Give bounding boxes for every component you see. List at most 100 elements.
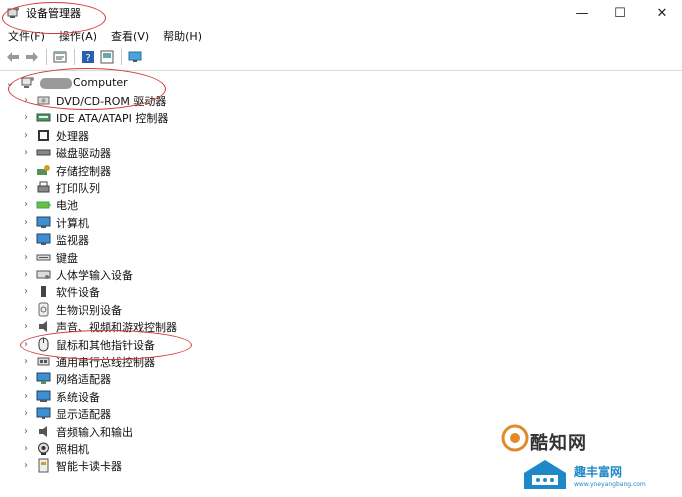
tree-root-label: Computer [73, 76, 128, 89]
tree-item[interactable]: › 磁盘驱动器 [0, 144, 660, 161]
tree-item-label: 音频输入和输出 [56, 425, 133, 439]
menu-file[interactable]: 文件(F) [0, 28, 51, 44]
tree-item[interactable]: › 通用串行总线控制器 [0, 353, 660, 370]
chevron-right-icon[interactable]: › [21, 249, 31, 266]
details-button[interactable] [98, 48, 116, 66]
close-button[interactable]: ✕ [642, 0, 682, 26]
chevron-right-icon[interactable]: › [21, 196, 31, 213]
sound-icon [39, 321, 47, 333]
properties-button[interactable] [51, 48, 69, 66]
printer-icon [37, 181, 50, 193]
tree-item-label: 键盘 [56, 251, 78, 265]
display-adapter-icon [36, 407, 51, 420]
chevron-right-icon[interactable]: › [21, 127, 31, 144]
chevron-right-icon[interactable]: › [21, 370, 31, 387]
chevron-right-icon[interactable]: › [21, 109, 31, 126]
watermark-url: www.yneyangbang.com [574, 481, 646, 488]
tree-item-label: 计算机 [56, 216, 89, 230]
tree-item[interactable]: › 软件设备 [0, 283, 660, 300]
maximize-button[interactable]: ☐ [600, 0, 640, 26]
menu-help[interactable]: 帮助(H) [155, 28, 208, 44]
audio-io-icon [39, 425, 47, 437]
tree-root[interactable]: ⌄ Computer [0, 75, 660, 92]
tree-item[interactable]: › 生物识别设备 [0, 301, 660, 318]
tree-item[interactable]: › 键盘 [0, 249, 660, 266]
chevron-right-icon[interactable]: › [21, 283, 31, 300]
help-icon: ? [82, 51, 94, 64]
tree-item[interactable]: › IDE ATA/ATAPI 控制器 [0, 109, 660, 126]
system-device-icon [36, 390, 51, 402]
watermark-house-icon [524, 460, 566, 489]
mouse-icon [38, 337, 49, 352]
chevron-right-icon[interactable]: › [21, 318, 31, 335]
tree-item-label: 生物识别设备 [56, 303, 122, 317]
watermark-text-site: 趣丰富网 [574, 465, 623, 479]
chevron-right-icon[interactable]: › [21, 266, 31, 283]
tree-item[interactable]: › 电池 [0, 196, 660, 213]
chevron-right-icon[interactable]: › [21, 423, 31, 440]
battery-icon [36, 201, 51, 209]
tree-item-label: DVD/CD-ROM 驱动器 [56, 95, 167, 108]
tree-item-label: 磁盘驱动器 [56, 147, 111, 161]
computer-icon [36, 216, 51, 228]
software-device-icon [41, 286, 46, 298]
chevron-right-icon[interactable]: › [21, 301, 31, 318]
tree-item-label: 存储控制器 [56, 164, 111, 178]
tree-item-label: 声音、视频和游戏控制器 [56, 321, 177, 335]
watermark: 酷知网 趣丰富网 www.yneyangbang.com [482, 417, 682, 497]
disk-drive-icon [36, 149, 51, 156]
chevron-right-icon[interactable]: › [21, 231, 31, 248]
chevron-right-icon[interactable]: › [21, 214, 31, 231]
tree-item[interactable]: › 打印队列 [0, 179, 660, 196]
chevron-right-icon[interactable]: › [21, 457, 31, 474]
tree-item-label: 电池 [56, 199, 78, 213]
minimize-button[interactable]: — [562, 0, 602, 26]
chevron-right-icon[interactable]: › [21, 162, 31, 179]
chevron-down-icon[interactable]: ⌄ [5, 75, 15, 92]
hid-icon [36, 270, 51, 279]
tree-item-label: 显示适配器 [56, 408, 111, 422]
tree-item[interactable]: › 声音、视频和游戏控制器 [0, 318, 660, 335]
window-title: 设备管理器 [26, 7, 81, 20]
tree-item[interactable]: › 存储控制器 [0, 162, 660, 179]
tree-item-label: 照相机 [56, 443, 89, 456]
chevron-right-icon[interactable]: › [21, 336, 31, 353]
biometric-icon [38, 302, 49, 317]
ide-controller-icon [36, 113, 51, 122]
tree-item[interactable]: › DVD/CD-ROM 驱动器 [0, 92, 660, 109]
storage-controller-icon [37, 164, 50, 175]
camera-icon [38, 442, 49, 455]
toolbar-separator [46, 49, 47, 65]
tree-item-label: IDE ATA/ATAPI 控制器 [56, 112, 169, 126]
chevron-right-icon[interactable]: › [21, 405, 31, 422]
tree-item[interactable]: › 系统设备 [0, 388, 660, 405]
back-button[interactable] [4, 48, 22, 66]
chevron-right-icon[interactable]: › [21, 144, 31, 161]
tree-item-label: 监视器 [56, 234, 89, 248]
chevron-right-icon[interactable]: › [21, 388, 31, 405]
tree-item[interactable]: › 网络适配器 [0, 370, 660, 387]
disc-drive-icon [37, 96, 50, 105]
menu-view[interactable]: 查看(V) [103, 28, 155, 44]
chevron-right-icon[interactable]: › [21, 92, 31, 109]
menu-action[interactable]: 操作(A) [51, 28, 103, 44]
tree-item-label: 通用串行总线控制器 [56, 356, 155, 369]
chevron-right-icon[interactable]: › [21, 440, 31, 457]
watermark-logo-icon [501, 424, 529, 452]
forward-button[interactable] [23, 48, 41, 66]
tree-item[interactable]: › 人体学输入设备 [0, 266, 660, 283]
tree-item[interactable]: › 监视器 [0, 231, 660, 248]
help-button[interactable]: ? [79, 48, 97, 66]
smart-card-reader-icon [38, 458, 49, 473]
chevron-right-icon[interactable]: › [21, 179, 31, 196]
tree-item[interactable]: › 鼠标和其他指针设备 [0, 336, 660, 353]
watermark-text-main: 酷知网 [530, 433, 587, 454]
menu-bar: 文件(F) 操作(A) 查看(V) 帮助(H) [0, 26, 682, 46]
tree-item[interactable]: › 处理器 [0, 127, 660, 144]
chevron-right-icon[interactable]: › [21, 353, 31, 370]
tree-item[interactable]: › 计算机 [0, 214, 660, 231]
device-manager-app-icon [7, 7, 19, 18]
usb-icon [37, 357, 50, 366]
scan-hardware-button[interactable] [126, 48, 144, 66]
scan-monitor-icon [128, 51, 142, 62]
